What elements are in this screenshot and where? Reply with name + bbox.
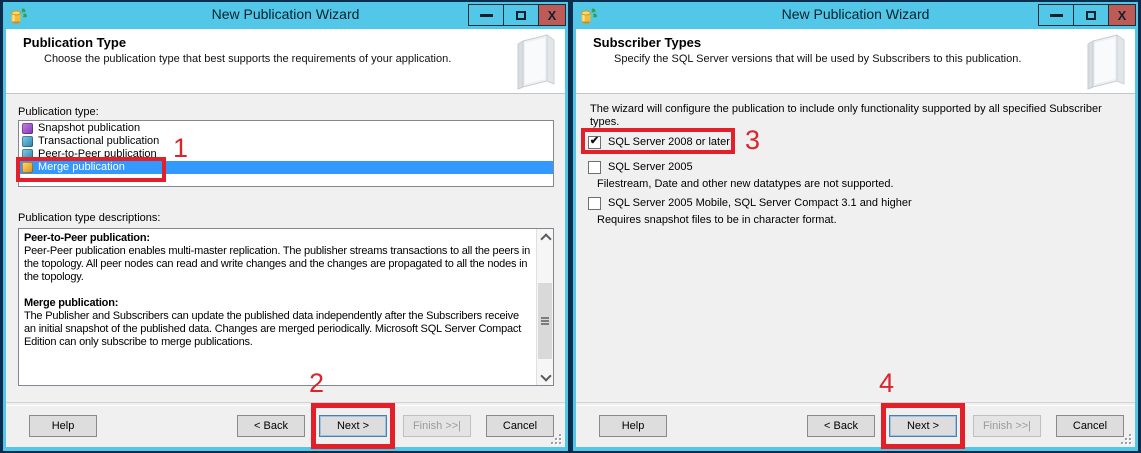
minimize-icon	[479, 13, 493, 17]
list-item-peer-to-peer[interactable]: Peer-to-Peer publication	[19, 148, 553, 161]
description-body: Peer-Peer publication enables multi-mast…	[24, 245, 531, 283]
publication-type-dialog: New Publication Wizard X Publication Typ…	[2, 1, 569, 452]
dialog-body: Publication type: Snapshot publication T…	[6, 94, 565, 449]
back-button[interactable]: < Back	[237, 415, 305, 437]
resize-grip[interactable]	[1119, 432, 1131, 444]
list-item-merge-selected[interactable]: Merge publication	[19, 161, 553, 174]
minimize-button[interactable]	[1038, 4, 1074, 26]
list-item-label: Merge publication	[38, 161, 125, 173]
snapshot-publication-icon	[22, 123, 33, 134]
checkbox-label: SQL Server 2005 Mobile, SQL Server Compa…	[608, 197, 912, 209]
finish-button[interactable]: Finish >>|	[403, 415, 471, 437]
button-separator	[576, 402, 1135, 406]
peer-to-peer-publication-icon	[22, 149, 33, 160]
maximize-button[interactable]	[503, 4, 539, 26]
checkbox-sql-2008[interactable]: ✔ SQL Server 2008 or later	[588, 135, 730, 149]
close-icon: X	[1117, 7, 1127, 23]
annotation-number-4: 4	[879, 368, 895, 398]
finish-button[interactable]: Finish >>|	[973, 415, 1041, 437]
resize-grip[interactable]	[549, 432, 561, 444]
help-button[interactable]: Help	[599, 415, 667, 437]
scrollbar-thumb[interactable]	[538, 283, 552, 359]
list-item-snapshot[interactable]: Snapshot publication	[19, 122, 553, 135]
checkbox-unchecked-icon	[588, 160, 601, 174]
description-body: The Publisher and Subscribers can update…	[24, 310, 522, 348]
help-button[interactable]: Help	[29, 415, 97, 437]
list-item-label: Peer-to-Peer publication	[38, 148, 157, 160]
cancel-button[interactable]: Cancel	[486, 415, 554, 437]
title-bar[interactable]: New Publication Wizard X	[2, 1, 569, 29]
checkbox-note: Requires snapshot files to be in charact…	[597, 214, 837, 226]
annotation-number-3: 3	[745, 125, 761, 155]
checkbox-sql-2005-mobile[interactable]: SQL Server 2005 Mobile, SQL Server Compa…	[588, 196, 912, 210]
checkbox-label: SQL Server 2005	[608, 161, 693, 173]
close-button[interactable]: X	[1108, 4, 1136, 26]
checkbox-note: Filestream, Date and other new datatypes…	[597, 178, 894, 190]
button-separator	[6, 402, 565, 406]
scroll-down-button[interactable]	[537, 369, 553, 385]
list-item-label: Transactional publication	[38, 135, 160, 147]
next-button[interactable]: Next >	[889, 415, 957, 437]
description-heading: Merge publication:	[24, 297, 119, 309]
list-item-label: Snapshot publication	[38, 122, 141, 134]
minimize-button[interactable]	[468, 4, 504, 26]
checkbox-unchecked-icon	[588, 196, 601, 210]
wizard-book-icon	[501, 31, 563, 91]
back-button[interactable]: < Back	[807, 415, 875, 437]
merge-publication-icon	[22, 162, 33, 173]
checkbox-sql-2005[interactable]: SQL Server 2005	[588, 160, 693, 174]
description-heading: Peer-to-Peer publication:	[24, 232, 150, 244]
description-text: Peer-to-Peer publication: Peer-Peer publ…	[19, 229, 536, 385]
chevron-up-icon	[540, 233, 552, 245]
cancel-button[interactable]: Cancel	[1056, 415, 1124, 437]
maximize-icon	[516, 10, 526, 20]
publication-type-label: Publication type:	[18, 106, 99, 118]
wizard-header: Publication Type Choose the publication …	[6, 29, 565, 94]
scroll-up-button[interactable]	[537, 229, 553, 245]
close-button[interactable]: X	[538, 4, 566, 26]
page-title: Publication Type	[23, 35, 127, 50]
list-item-transactional[interactable]: Transactional publication	[19, 135, 553, 148]
close-icon: X	[547, 7, 557, 23]
subscriber-types-dialog: New Publication Wizard X Subscriber Type…	[572, 1, 1139, 452]
description-scrollbar	[536, 229, 553, 385]
intro-text: The wizard will configure the publicatio…	[590, 103, 1102, 128]
maximize-button[interactable]	[1073, 4, 1109, 26]
descriptions-label: Publication type descriptions:	[18, 212, 161, 224]
check-icon: ✔	[589, 135, 600, 147]
page-subtitle: Choose the publication type that best su…	[44, 53, 452, 65]
checkbox-label: SQL Server 2008 or later	[608, 136, 730, 148]
chevron-down-icon	[540, 370, 552, 382]
checkbox-checked-icon: ✔	[588, 135, 601, 149]
next-button[interactable]: Next >	[319, 415, 387, 437]
wizard-book-icon	[1071, 31, 1133, 91]
dialog-body: The wizard will configure the publicatio…	[576, 94, 1135, 449]
title-bar[interactable]: New Publication Wizard X	[572, 1, 1139, 29]
thumb-grip-icon	[541, 317, 549, 319]
transactional-publication-icon	[22, 136, 33, 147]
wizard-header: Subscriber Types Specify the SQL Server …	[576, 29, 1135, 94]
publication-description-box: Peer-to-Peer publication: Peer-Peer publ…	[18, 228, 554, 386]
publication-type-listbox[interactable]: Snapshot publication Transactional publi…	[18, 120, 554, 187]
minimize-icon	[1049, 13, 1063, 17]
maximize-icon	[1086, 10, 1096, 20]
page-title: Subscriber Types	[593, 35, 702, 50]
page-subtitle: Specify the SQL Server versions that wil…	[614, 53, 1022, 65]
